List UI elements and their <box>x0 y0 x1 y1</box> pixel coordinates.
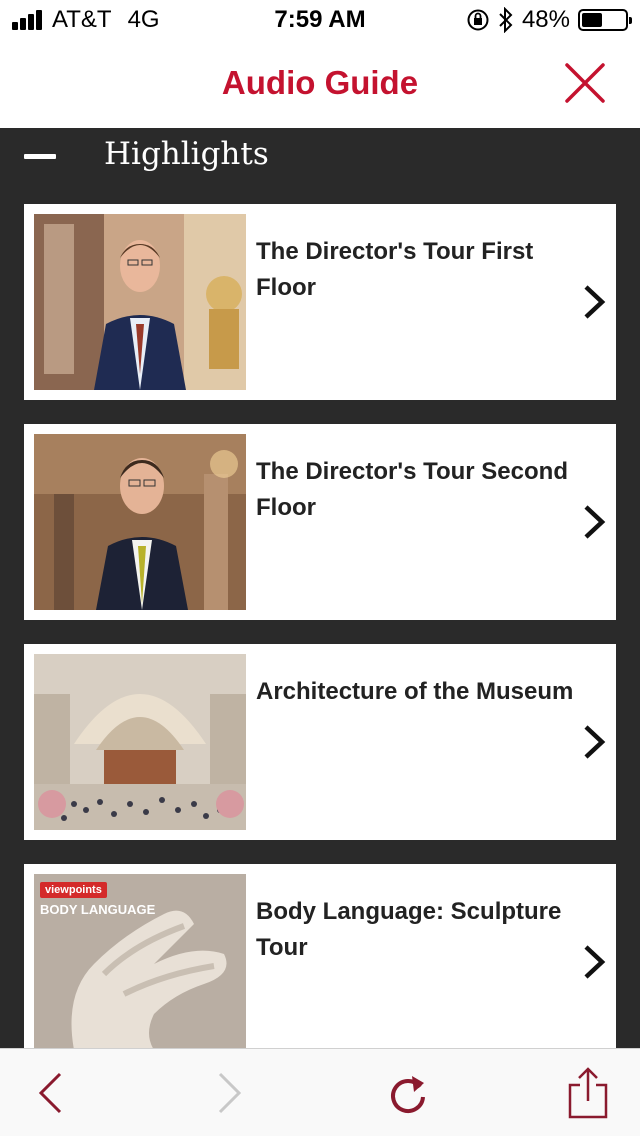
tour-card-body-language[interactable]: viewpoints BODY LANGUAGE Body Language: … <box>24 864 616 1048</box>
share-button[interactable] <box>564 1067 612 1119</box>
page-title: Audio Guide <box>221 64 419 101</box>
close-x-icon <box>565 63 605 103</box>
thumbnail-image <box>34 214 246 390</box>
thumbnail-overlay-text: BODY LANGUAGE <box>40 902 156 917</box>
tour-card-directors-first-floor[interactable]: The Director's Tour First Floor <box>24 204 616 400</box>
chevron-right-icon <box>584 505 606 539</box>
tour-card-architecture[interactable]: Architecture of the Museum <box>24 644 616 840</box>
reload-button[interactable] <box>384 1069 432 1117</box>
thumbnail-image <box>34 654 246 830</box>
thumbnail-image: viewpoints BODY LANGUAGE <box>34 874 246 1048</box>
rotation-lock-icon <box>467 9 489 31</box>
tour-list: Highlights The Director's Tour First Flo… <box>0 128 640 1048</box>
minus-icon[interactable] <box>24 154 56 159</box>
chevron-right-icon <box>218 1072 242 1114</box>
reload-icon <box>391 1076 425 1114</box>
back-button[interactable] <box>26 1069 74 1117</box>
viewpoints-badge: viewpoints <box>40 882 107 898</box>
status-bar: AT&T 4G 7:59 AM 48% <box>0 0 640 40</box>
chevron-right-icon <box>584 945 606 979</box>
tour-card-directors-second-floor[interactable]: The Director's Tour Second Floor <box>24 424 616 620</box>
tour-title: The Director's Tour First Floor <box>256 238 534 301</box>
share-icon <box>568 1067 608 1119</box>
app-header: Audio Guide <box>0 40 640 128</box>
section-header-highlights[interactable]: Highlights <box>0 128 640 184</box>
battery-fill <box>582 13 603 27</box>
bottom-toolbar <box>0 1048 640 1136</box>
close-button[interactable] <box>564 62 606 104</box>
tour-title: Body Language: Sculpture Tour <box>256 898 562 961</box>
chevron-right-icon <box>584 285 606 319</box>
section-title: Highlights <box>104 136 269 172</box>
chevron-left-icon <box>38 1072 62 1114</box>
tour-title: Architecture of the Museum <box>256 678 574 705</box>
battery-percent: 48% <box>521 6 570 33</box>
status-right: 48% <box>466 6 632 34</box>
tour-title: The Director's Tour Second Floor <box>256 458 568 521</box>
forward-button[interactable] <box>206 1069 254 1117</box>
chevron-right-icon <box>584 725 606 759</box>
bluetooth-icon <box>499 7 513 33</box>
battery-icon <box>578 9 632 31</box>
thumbnail-image <box>34 434 246 610</box>
